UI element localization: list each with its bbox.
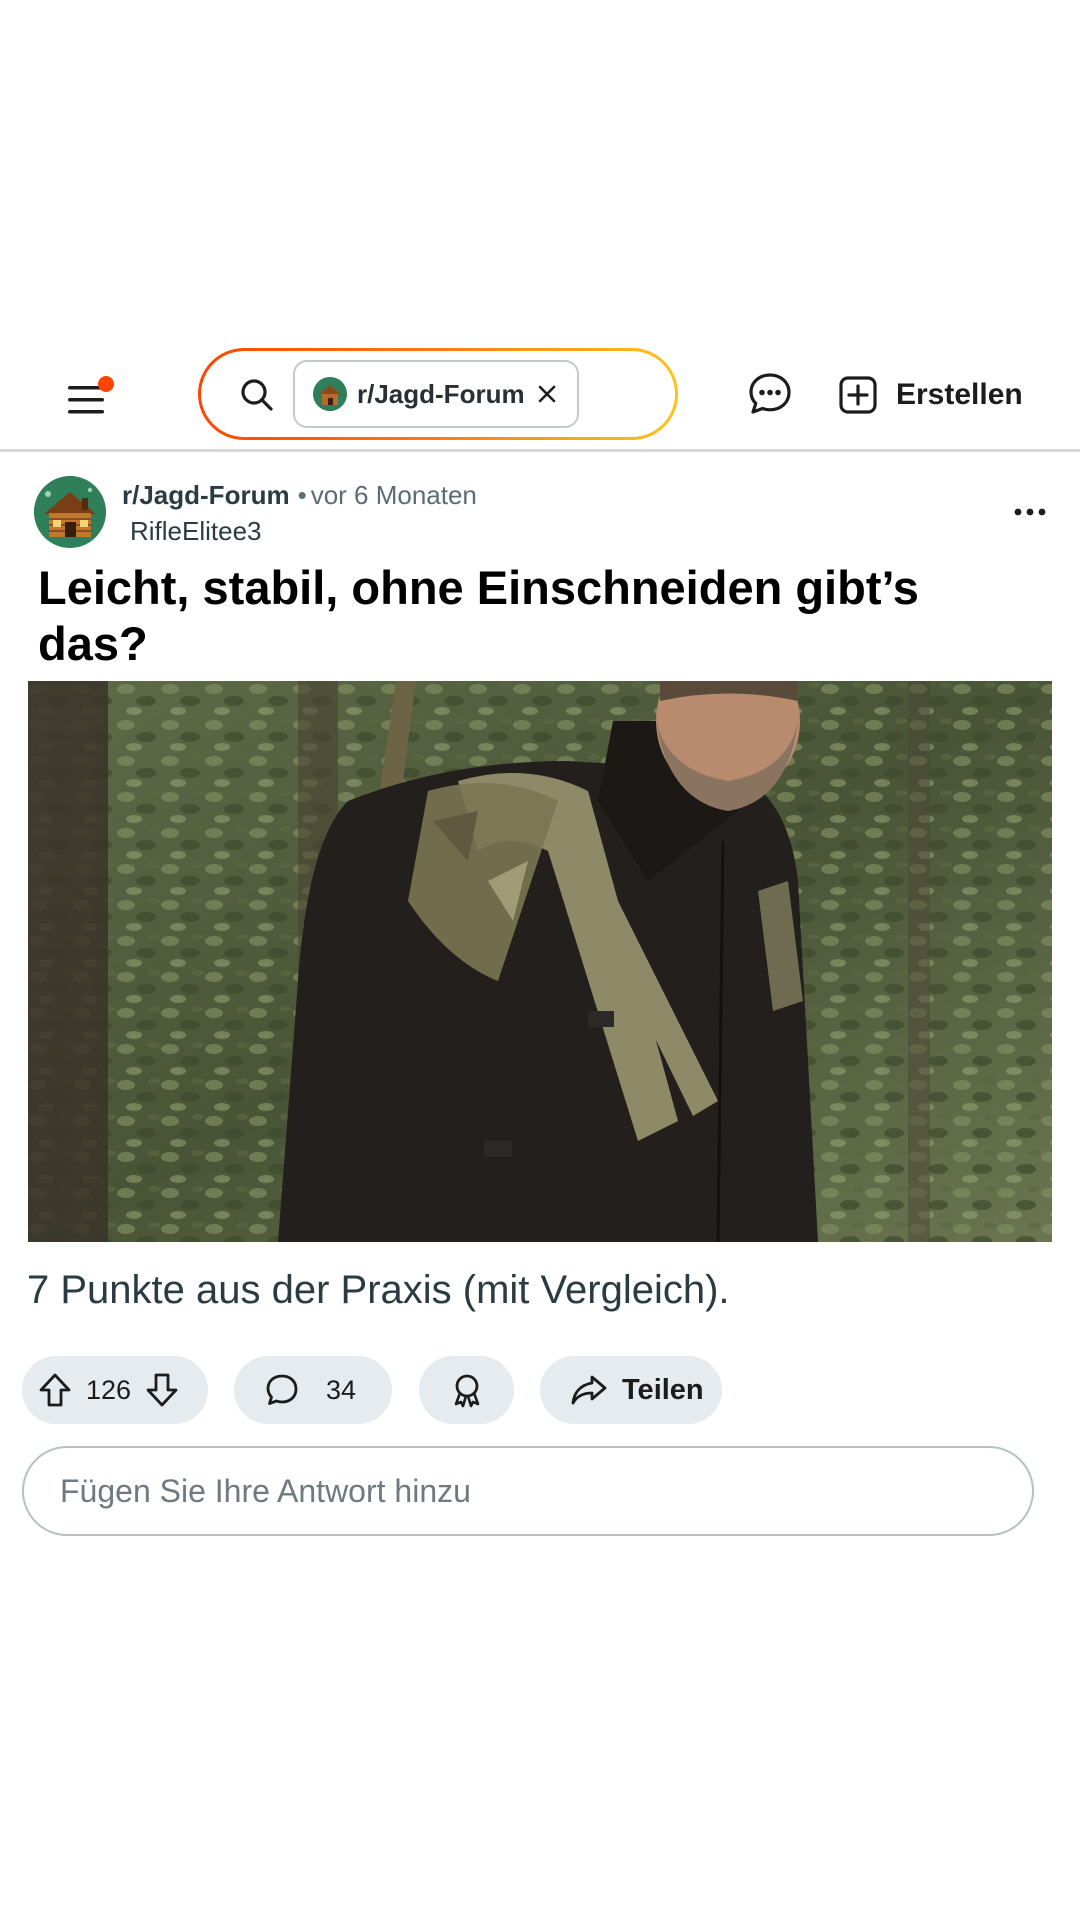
comment-icon — [266, 1374, 298, 1405]
create-label: Erstellen — [896, 378, 1023, 411]
subreddit-avatar-small — [313, 377, 347, 411]
vote-count: 126 — [86, 1374, 132, 1405]
upvote-icon — [39, 1373, 71, 1407]
upvote-button[interactable] — [38, 1372, 72, 1408]
post-body: 7 Punkte aus der Praxis (mit Vergleich). — [27, 1268, 730, 1312]
post-meta: r/Jagd-Forum • vor 6 Monaten — [122, 480, 477, 511]
notification-dot — [98, 376, 114, 392]
reply-box[interactable] — [22, 1446, 1034, 1536]
menu-button[interactable] — [62, 374, 114, 426]
search-chip-label: r/Jagd-Forum — [357, 378, 525, 409]
subreddit-search-chip[interactable]: r/Jagd-Forum — [293, 360, 579, 428]
search-bar[interactable]: r/Jagd-Forum — [198, 348, 678, 440]
more-icon — [1014, 508, 1046, 516]
share-button[interactable]: Teilen — [540, 1356, 722, 1424]
award-button[interactable] — [419, 1356, 514, 1424]
downvote-icon — [146, 1373, 178, 1407]
create-button[interactable]: Erstellen — [838, 364, 1038, 426]
award-icon — [454, 1374, 479, 1408]
reply-input[interactable] — [60, 1472, 1032, 1510]
hunter-photo — [28, 681, 1052, 1242]
comments-button[interactable]: 34 — [234, 1356, 392, 1424]
post-image[interactable] — [28, 681, 1052, 1242]
downvote-button[interactable] — [145, 1372, 179, 1408]
top-bar: r/Jagd-Forum Erstellen — [0, 340, 1080, 452]
comment-count: 34 — [326, 1374, 357, 1405]
share-icon — [571, 1375, 607, 1405]
subreddit-name[interactable]: r/Jagd-Forum — [122, 480, 290, 510]
chat-button[interactable] — [746, 370, 798, 422]
meta-separator: • — [297, 480, 307, 510]
post-title[interactable]: Leicht, stabil, ohne Einschneiden gibt’s… — [38, 560, 938, 672]
subreddit-avatar[interactable] — [34, 476, 106, 548]
search-icon — [241, 379, 273, 411]
cabin-icon — [34, 476, 106, 548]
chat-icon — [749, 373, 791, 414]
share-label: Teilen — [622, 1373, 704, 1406]
close-icon — [538, 385, 555, 403]
plus-square-icon — [839, 376, 877, 414]
vote-bar: 126 — [22, 1356, 208, 1424]
post-author[interactable]: RifleElitee3 — [130, 516, 262, 547]
post-time: vor 6 Monaten — [310, 480, 477, 510]
more-options-button[interactable] — [1010, 500, 1050, 524]
chip-close-button[interactable] — [537, 384, 557, 404]
